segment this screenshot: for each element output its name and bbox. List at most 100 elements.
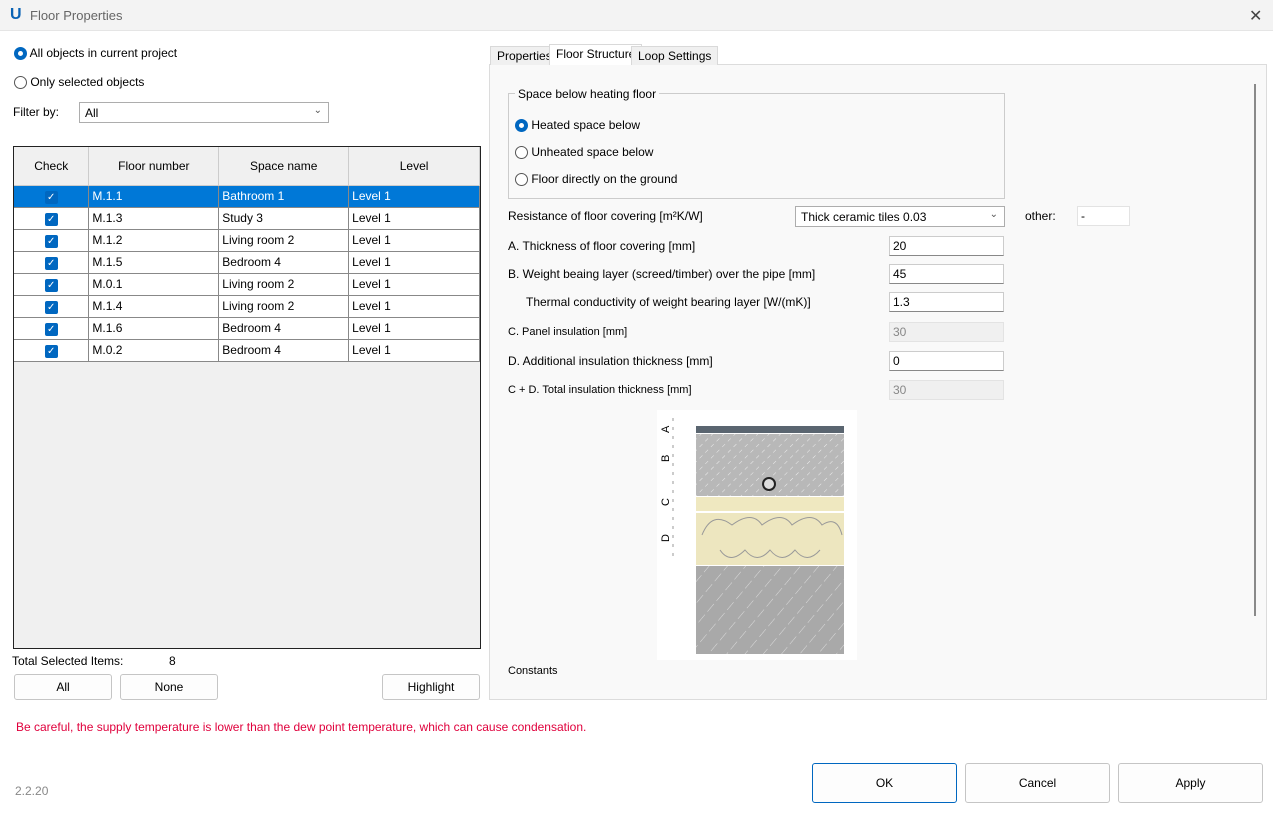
table-row[interactable]: ✓ M.1.4 Living room 2 Level 1	[14, 295, 480, 318]
conductivity-input[interactable]: 1.3	[889, 292, 1004, 312]
radio-label: Unheated space below	[531, 145, 654, 159]
table-row[interactable]: ✓ M.1.2 Living room 2 Level 1	[14, 229, 480, 252]
level-cell: Level 1	[348, 185, 480, 208]
label-b: B	[660, 455, 672, 462]
space-name-cell: Living room 2	[218, 273, 350, 296]
space-name-cell: Living room 2	[218, 295, 350, 318]
check-cell[interactable]: ✓	[14, 339, 90, 362]
select-all-button[interactable]: All	[14, 674, 112, 700]
col-level[interactable]: Level	[348, 147, 480, 186]
level-cell: Level 1	[348, 229, 480, 252]
radio-on-ground[interactable]: Floor directly on the ground	[515, 172, 677, 187]
chevron-down-icon: ⌄	[989, 209, 998, 220]
level-cell: Level 1	[348, 207, 480, 230]
scrollbar[interactable]	[1254, 84, 1256, 616]
check-cell[interactable]: ✓	[14, 207, 90, 230]
filter-select[interactable]: All ⌄	[79, 102, 329, 123]
check-cell[interactable]: ✓	[14, 185, 90, 208]
chevron-down-icon: ⌄	[313, 105, 322, 116]
floor-structure-diagram: A B C D	[657, 410, 857, 660]
table-row[interactable]: ✓ M.0.2 Bedroom 4 Level 1	[14, 339, 480, 362]
resistance-value: Thick ceramic tiles 0.03	[801, 210, 927, 224]
group-title: Space below heating floor	[515, 87, 660, 101]
space-name-cell: Bedroom 4	[218, 251, 350, 274]
checkbox-checked-icon[interactable]: ✓	[44, 278, 58, 292]
warning-message: Be careful, the supply temperature is lo…	[16, 720, 587, 734]
additional-insulation-input[interactable]: 0	[889, 351, 1004, 371]
check-cell[interactable]: ✓	[14, 251, 90, 274]
check-cell[interactable]: ✓	[14, 273, 90, 296]
other-label: other:	[1025, 209, 1056, 223]
resistance-select[interactable]: Thick ceramic tiles 0.03 ⌄	[795, 206, 1005, 227]
additional-insulation-layer	[696, 513, 844, 565]
ok-button[interactable]: OK	[812, 763, 957, 803]
level-cell: Level 1	[348, 339, 480, 362]
select-none-button[interactable]: None	[120, 674, 218, 700]
radio-unheated-below[interactable]: Unheated space below	[515, 145, 654, 160]
tab-loop-settings[interactable]: Loop Settings	[631, 46, 719, 65]
label-d: D	[660, 534, 672, 542]
table-row[interactable]: ✓ M.1.1 Bathroom 1 Level 1	[14, 185, 480, 208]
checkbox-checked-icon[interactable]: ✓	[44, 300, 58, 314]
checkbox-checked-icon[interactable]: ✓	[44, 322, 58, 336]
level-cell: Level 1	[348, 295, 480, 318]
space-name-cell: Bathroom 1	[218, 185, 350, 208]
pipe-icon	[762, 477, 776, 491]
col-check[interactable]: Check	[14, 147, 90, 186]
title-bar	[0, 0, 1273, 31]
table-row[interactable]: ✓ M.0.1 Living room 2 Level 1	[14, 273, 480, 296]
level-cell: Level 1	[348, 251, 480, 274]
checkbox-checked-icon[interactable]: ✓	[44, 256, 58, 270]
table-row[interactable]: ✓ M.1.5 Bedroom 4 Level 1	[14, 251, 480, 274]
check-cell[interactable]: ✓	[14, 229, 90, 252]
checkbox-checked-icon[interactable]: ✓	[44, 234, 58, 248]
radio-icon	[515, 146, 528, 160]
tab-floor-structure[interactable]: Floor Structure	[549, 44, 643, 65]
apply-button[interactable]: Apply	[1118, 763, 1263, 803]
filter-value: All	[85, 106, 99, 120]
panel-insulation-input: 30	[889, 322, 1004, 342]
constants-label: Constants	[508, 665, 558, 677]
radio-label: All objects in current project	[29, 46, 178, 60]
checkbox-checked-icon[interactable]: ✓	[44, 190, 58, 204]
label-a: A	[660, 425, 672, 433]
checkbox-checked-icon[interactable]: ✓	[44, 212, 58, 226]
table-row[interactable]: ✓ M.1.6 Bedroom 4 Level 1	[14, 317, 480, 340]
check-cell[interactable]: ✓	[14, 317, 90, 340]
radio-icon	[515, 173, 528, 187]
level-cell: Level 1	[348, 317, 480, 340]
floors-table: Check Floor number Space name Level ✓ M.…	[13, 146, 481, 649]
filter-label: Filter by:	[13, 105, 60, 119]
radio-selected-objects[interactable]: Only selected objects	[14, 75, 144, 90]
total-label: Total Selected Items:	[12, 654, 124, 668]
radio-icon	[515, 119, 528, 133]
radio-heated-below[interactable]: Heated space below	[515, 118, 640, 133]
check-cell[interactable]: ✓	[14, 295, 90, 318]
panel-insulation-layer	[696, 497, 844, 511]
field-label: A. Thickness of floor covering [mm]	[508, 239, 696, 253]
total-value: 8	[169, 654, 176, 668]
table-row[interactable]: ✓ M.1.3 Study 3 Level 1	[14, 207, 480, 230]
label-c: C	[660, 498, 672, 506]
cancel-button[interactable]: Cancel	[965, 763, 1110, 803]
checkbox-checked-icon[interactable]: ✓	[44, 344, 58, 358]
floor-number-cell: M.1.4	[88, 295, 220, 318]
field-label: C + D. Total insulation thickness [mm]	[508, 384, 692, 396]
radio-all-objects[interactable]: All objects in current project	[14, 46, 178, 61]
space-name-cell: Living room 2	[218, 229, 350, 252]
space-name-cell: Bedroom 4	[218, 339, 350, 362]
field-label: B. Weight beaing layer (screed/timber) o…	[508, 267, 816, 281]
space-name-cell: Bedroom 4	[218, 317, 350, 340]
weight-layer-input[interactable]: 45	[889, 264, 1004, 284]
highlight-button[interactable]: Highlight	[382, 674, 480, 700]
floor-number-cell: M.1.2	[88, 229, 220, 252]
floor-number-cell: M.1.6	[88, 317, 220, 340]
other-input[interactable]: -	[1077, 206, 1130, 226]
radio-icon	[14, 76, 27, 90]
thickness-covering-input[interactable]: 20	[889, 236, 1004, 256]
col-space-name[interactable]: Space name	[218, 147, 350, 186]
field-label: D. Additional insulation thickness [mm]	[508, 354, 713, 368]
space-name-cell: Study 3	[218, 207, 350, 230]
close-icon[interactable]: ✕	[1249, 6, 1262, 26]
col-floor-number[interactable]: Floor number	[88, 147, 220, 186]
